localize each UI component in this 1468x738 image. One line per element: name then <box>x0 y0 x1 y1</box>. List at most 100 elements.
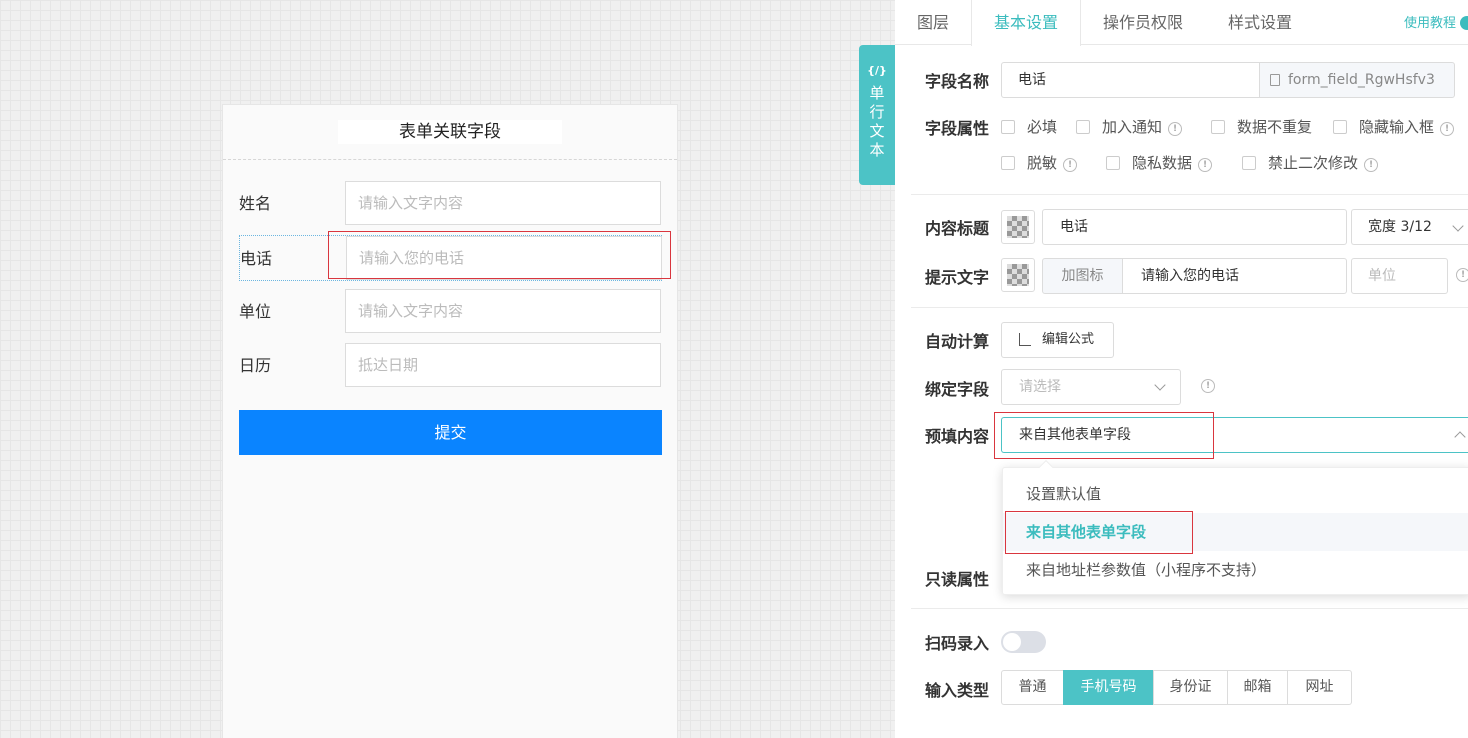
checkbox-icon <box>1106 156 1120 170</box>
text-input[interactable]: 请输入文字内容 <box>345 289 661 333</box>
checkbox-icon <box>1076 120 1090 134</box>
checkbox-icon <box>1001 156 1015 170</box>
chevron-down-icon <box>1452 220 1464 232</box>
info-icon: ! <box>1063 158 1078 172</box>
checkbox-label: 隐藏输入框 <box>1359 118 1435 136</box>
hide-input-checkbox[interactable]: 隐藏输入框! <box>1333 116 1455 137</box>
bind-field-label: 绑定字段 <box>925 380 990 399</box>
info-icon: ! <box>1168 122 1183 136</box>
prefill-label: 预填内容 <box>925 427 990 446</box>
field-id-copy[interactable]: form_field_RgwHsfv3 <box>1259 62 1455 98</box>
info-icon: ! <box>1456 268 1468 282</box>
settings-tabs: 图层 基本设置 操作员权限 样式设置 使用教程 <box>895 0 1468 48</box>
settings-panel: 图层 基本设置 操作员权限 样式设置 使用教程 字段名称 电话 form_fie… <box>895 0 1468 738</box>
tutorial-link[interactable]: 使用教程 <box>1404 0 1468 48</box>
chevron-up-icon <box>1454 431 1466 443</box>
readonly-label: 只读属性 <box>925 570 990 589</box>
checkbox-label: 必填 <box>1027 118 1058 136</box>
chevron-down-icon <box>1154 379 1166 391</box>
checkbox-label: 数据不重复 <box>1237 118 1313 136</box>
required-checkbox[interactable]: 必填 <box>1001 116 1057 137</box>
checkbox-label: 脱敏 <box>1027 154 1058 172</box>
hint-text-label: 提示文字 <box>925 268 990 287</box>
prefill-select[interactable]: 来自其他表单字段 <box>1001 417 1468 453</box>
prefill-value: 来自其他表单字段 <box>1019 427 1131 443</box>
toggle-knob <box>1003 633 1021 651</box>
checkbox-icon <box>1333 120 1347 134</box>
content-title-input[interactable]: 电话 <box>1042 209 1347 245</box>
bind-field-placeholder: 请选择 <box>1019 379 1061 395</box>
edit-formula-label: 编辑公式 <box>1042 332 1095 347</box>
checkbox-icon <box>1211 120 1225 134</box>
form-header: 表单关联字段 <box>223 105 677 160</box>
checkbox-icon <box>1242 156 1256 170</box>
submit-button[interactable]: 提交 <box>239 410 662 455</box>
prefill-option-other-form[interactable]: 来自其他表单字段 <box>1003 513 1468 551</box>
scan-input-label: 扫码录入 <box>925 634 990 653</box>
divider <box>911 307 1468 308</box>
tab-style-settings[interactable]: 样式设置 <box>1228 0 1292 45</box>
field-type-tab[interactable]: {/} 单行文本 <box>859 45 895 185</box>
text-input[interactable]: 请输入文字内容 <box>345 181 661 225</box>
info-icon: ! <box>1198 158 1213 172</box>
input-type-normal[interactable]: 普通 <box>1001 670 1064 705</box>
date-input[interactable]: 抵达日期 <box>345 343 661 387</box>
tab-layers[interactable]: 图层 <box>917 0 949 45</box>
unit-input[interactable]: 单位 <box>1351 258 1448 294</box>
input-type-url[interactable]: 网址 <box>1287 670 1352 705</box>
unique-checkbox[interactable]: 数据不重复 <box>1211 116 1312 137</box>
checkbox-icon <box>1001 120 1015 134</box>
tab-operator-permissions[interactable]: 操作员权限 <box>1103 0 1183 45</box>
desensitize-checkbox[interactable]: 脱敏! <box>1001 152 1078 173</box>
field-props-label: 字段属性 <box>925 119 990 138</box>
field-label: 日历 <box>239 356 272 375</box>
hint-text-input[interactable]: 请输入您的电话 <box>1122 258 1347 294</box>
field-label: 单位 <box>239 302 272 321</box>
prefill-option-url-param[interactable]: 来自地址栏参数值（小程序不支持） <box>1003 551 1468 589</box>
checkbox-label: 加入通知 <box>1102 118 1163 136</box>
width-select[interactable]: 宽度 3/12 <box>1351 209 1468 245</box>
code-icon: {/} <box>867 64 887 77</box>
edit-formula-button[interactable]: 编辑公式 <box>1001 322 1114 358</box>
prefill-dropdown: 设置默认值 来自其他表单字段 来自地址栏参数值（小程序不支持） <box>1002 459 1468 595</box>
bind-field-select[interactable]: 请选择 <box>1001 369 1181 405</box>
scan-toggle[interactable] <box>1001 631 1046 653</box>
checkbox-label: 隐私数据 <box>1132 154 1193 172</box>
notify-checkbox[interactable]: 加入通知! <box>1076 116 1183 137</box>
input-type-label: 输入类型 <box>925 681 990 700</box>
field-type-label: 单行文本 <box>869 84 885 159</box>
field-id: form_field_RgwHsfv3 <box>1288 72 1435 88</box>
field-name-label: 字段名称 <box>925 72 990 91</box>
design-canvas: 表单关联字段 姓名 请输入文字内容 电话 请输入您的电话 单位 请输入文字内容 … <box>0 0 895 738</box>
form-field-unit[interactable]: 单位 请输入文字内容 <box>239 289 662 335</box>
info-icon: ! <box>1440 122 1455 136</box>
prefill-option-default[interactable]: 设置默认值 <box>1003 475 1468 513</box>
auto-calc-label: 自动计算 <box>925 332 990 351</box>
checkbox-label: 禁止二次修改 <box>1268 154 1359 172</box>
edit-icon <box>1019 333 1031 346</box>
help-icon <box>1460 16 1468 30</box>
info-icon: ! <box>1201 379 1215 393</box>
form-preview: 表单关联字段 姓名 请输入文字内容 电话 请输入您的电话 单位 请输入文字内容 … <box>222 104 678 738</box>
input-type-email[interactable]: 邮箱 <box>1227 670 1288 705</box>
field-name-input[interactable]: 电话 <box>1001 62 1261 98</box>
field-label: 姓名 <box>239 194 272 213</box>
input-type-mobile[interactable]: 手机号码 <box>1063 670 1154 705</box>
phone-input[interactable]: 请输入您的电话 <box>346 236 662 280</box>
form-title[interactable]: 表单关联字段 <box>338 120 562 144</box>
tutorial-label: 使用教程 <box>1403 16 1456 31</box>
width-value: 宽度 3/12 <box>1368 219 1432 235</box>
private-checkbox[interactable]: 隐私数据! <box>1106 152 1213 173</box>
color-picker-icon[interactable] <box>1001 258 1035 292</box>
form-field-phone[interactable]: 电话 请输入您的电话 <box>239 235 662 281</box>
no-edit-checkbox[interactable]: 禁止二次修改! <box>1242 152 1379 173</box>
add-icon-button[interactable]: 加图标 <box>1042 258 1123 294</box>
form-field-name[interactable]: 姓名 请输入文字内容 <box>239 181 662 227</box>
input-type-id-card[interactable]: 身份证 <box>1153 670 1228 705</box>
form-field-calendar[interactable]: 日历 抵达日期 <box>239 343 662 389</box>
content-title-label: 内容标题 <box>925 219 990 238</box>
copy-icon <box>1270 74 1280 86</box>
dropdown-arrow <box>1038 459 1054 475</box>
color-picker-icon[interactable] <box>1001 210 1035 244</box>
tab-basic-settings[interactable]: 基本设置 <box>971 0 1082 46</box>
